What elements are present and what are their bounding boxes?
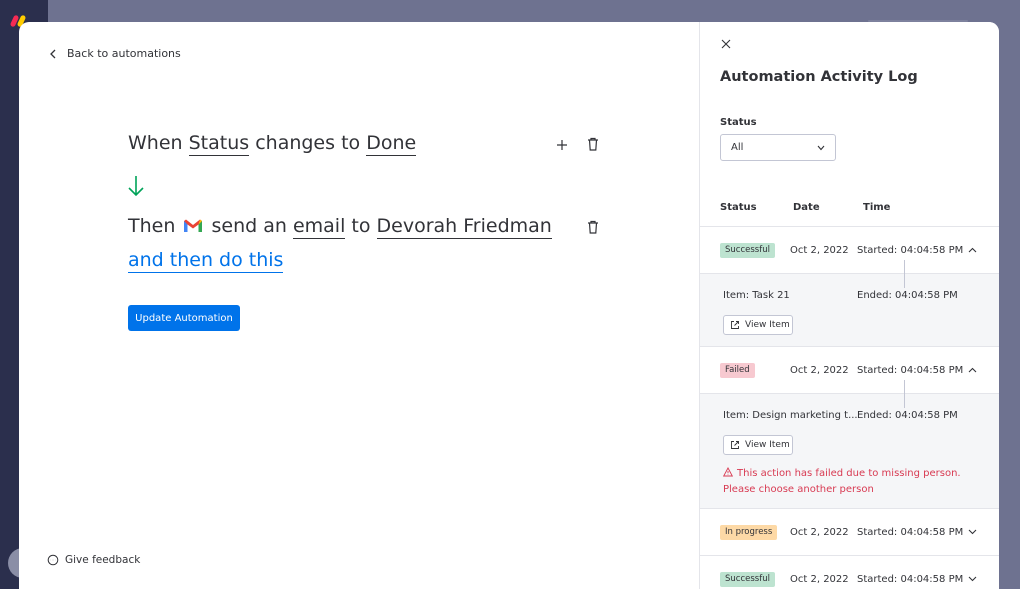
view-item-label: View Item xyxy=(745,440,790,450)
give-feedback-link[interactable]: Give feedback xyxy=(47,554,140,566)
row-started-time: Started: 04:04:58 PM xyxy=(857,364,964,376)
trash-icon xyxy=(588,137,598,151)
external-link-icon xyxy=(731,441,739,449)
chevron-down-icon[interactable] xyxy=(968,576,977,582)
chevron-left-icon xyxy=(50,49,56,58)
email-picker[interactable]: email xyxy=(292,215,346,239)
close-icon[interactable] xyxy=(721,39,731,49)
row-date: Oct 2, 2022 xyxy=(790,364,849,376)
status-badge: Successful xyxy=(720,242,775,258)
row-date: Oct 2, 2022 xyxy=(790,526,849,538)
external-link-icon xyxy=(731,321,739,329)
done-value-picker[interactable]: Done xyxy=(366,132,417,156)
row-started-time: Started: 04:04:58 PM xyxy=(857,244,964,256)
gmail-integration[interactable] xyxy=(181,215,205,238)
activity-log-panel: Automation Activity Log Status All Statu… xyxy=(699,22,999,589)
delete-action-button[interactable] xyxy=(585,219,601,235)
log-row-details: Item: Task 21 Ended: 04:04:58 PM View It… xyxy=(700,260,999,346)
detail-item-name: Item: Task 21 xyxy=(723,290,790,301)
activity-log-title: Automation Activity Log xyxy=(720,69,918,85)
status-filter-dropdown[interactable]: All xyxy=(720,134,836,161)
changes-to-text: changes to xyxy=(255,132,361,154)
row-started-time: Started: 04:04:58 PM xyxy=(857,526,964,538)
warning-icon xyxy=(722,467,734,477)
chevron-up-icon[interactable] xyxy=(968,367,977,373)
error-message: This action has failed due to missing pe… xyxy=(722,466,961,498)
column-header-time: Time xyxy=(863,202,891,213)
log-row[interactable]: Successful Oct 2, 2022 Started: 04:04:58… xyxy=(700,227,999,273)
error-line-1: This action has failed due to missing pe… xyxy=(737,468,961,479)
view-item-button[interactable]: View Item xyxy=(723,315,793,335)
column-header-date: Date xyxy=(793,202,820,213)
chevron-up-icon[interactable] xyxy=(968,247,977,253)
log-row-details: Item: Design marketing t... Ended: 04:04… xyxy=(700,380,999,508)
view-item-label: View Item xyxy=(745,320,790,330)
plus-icon xyxy=(557,140,567,150)
status-badge: Successful xyxy=(720,571,775,587)
then-text: Then xyxy=(128,215,176,237)
log-row[interactable]: Successful Oct 2, 2022 Started: 04:04:58… xyxy=(700,556,999,589)
status-badge: Failed xyxy=(720,362,755,378)
detail-ended-time: Ended: 04:04:58 PM xyxy=(857,290,958,301)
log-row[interactable]: In progress Oct 2, 2022 Started: 04:04:5… xyxy=(700,509,999,555)
timeline-connector xyxy=(904,380,905,408)
log-row[interactable]: Failed Oct 2, 2022 Started: 04:04:58 PM xyxy=(700,347,999,393)
chevron-down-icon[interactable] xyxy=(968,529,977,535)
back-link-label: Back to automations xyxy=(67,47,181,60)
row-date: Oct 2, 2022 xyxy=(790,573,849,585)
back-to-automations-link[interactable]: Back to automations xyxy=(49,47,181,60)
action-sentence: Then send an email to Devorah Friedman xyxy=(128,215,552,239)
chevron-down-icon xyxy=(817,145,825,150)
automation-editor-pane: Back to automations When Status changes … xyxy=(19,22,699,589)
gmail-icon xyxy=(184,219,203,232)
send-an-text: send an xyxy=(211,215,287,237)
update-automation-button[interactable]: Update Automation xyxy=(128,305,240,331)
chat-bubble-icon xyxy=(47,554,59,566)
trigger-sentence: When Status changes to Done xyxy=(128,132,417,156)
view-item-button[interactable]: View Item xyxy=(723,435,793,455)
status-badge: In progress xyxy=(720,524,778,540)
to-text: to xyxy=(351,215,371,237)
delete-trigger-button[interactable] xyxy=(585,136,601,152)
add-condition-button[interactable] xyxy=(554,137,570,153)
row-date: Oct 2, 2022 xyxy=(790,244,849,256)
automation-modal: Back to automations When Status changes … xyxy=(19,22,999,589)
recipient-picker[interactable]: Devorah Friedman xyxy=(376,215,552,239)
feedback-label: Give feedback xyxy=(65,554,141,566)
trash-icon xyxy=(588,220,598,234)
detail-ended-time: Ended: 04:04:58 PM xyxy=(857,410,958,421)
row-started-time: Started: 04:04:58 PM xyxy=(857,573,964,585)
status-column-picker[interactable]: Status xyxy=(188,132,250,156)
arrow-down-icon xyxy=(128,176,144,197)
timeline-connector xyxy=(904,260,905,288)
detail-item-name: Item: Design marketing t... xyxy=(723,410,858,421)
when-text: When xyxy=(128,132,183,154)
status-filter-value: All xyxy=(731,142,744,153)
status-filter-label: Status xyxy=(720,117,757,128)
error-line-2: Please choose another person xyxy=(723,484,874,495)
column-header-status: Status xyxy=(720,202,757,213)
add-another-action-link[interactable]: and then do this xyxy=(128,249,284,273)
add-action-sentence: and then do this xyxy=(128,249,284,273)
